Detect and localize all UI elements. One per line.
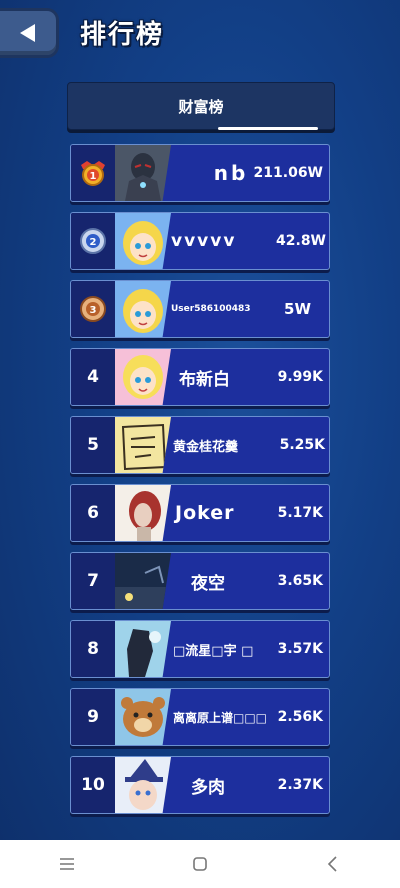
back-icon[interactable] bbox=[313, 844, 353, 884]
rank-cell: 10 bbox=[71, 757, 115, 813]
rank-number: 10 bbox=[81, 775, 105, 795]
dark-figure-avatar bbox=[115, 621, 171, 677]
svg-text:2: 2 bbox=[90, 237, 97, 248]
player-score: 5.17K bbox=[277, 505, 323, 521]
rank-cell: 6 bbox=[71, 485, 115, 541]
player-name: 多肉 bbox=[191, 777, 225, 798]
leaderboard-row[interactable]: 4 布新白 9.99K bbox=[70, 348, 330, 406]
bronze-medal-icon: 3 bbox=[71, 281, 115, 337]
rank-cell: 9 bbox=[71, 689, 115, 745]
rank-number: 4 bbox=[87, 367, 99, 387]
back-button[interactable] bbox=[0, 8, 59, 58]
rank-number: 7 bbox=[87, 571, 99, 591]
gold-medal-icon: 1 bbox=[71, 145, 115, 201]
leaderboard-row[interactable]: 9 离离原上谱□□□ 2.56K bbox=[70, 688, 330, 746]
rank-number: 5 bbox=[87, 435, 99, 455]
leaderboard-row[interactable]: 3 User586100483 5W bbox=[70, 280, 330, 338]
leaderboard-row[interactable]: 7 夜空 3.65K bbox=[70, 552, 330, 610]
player-score: 9.99K bbox=[277, 369, 323, 385]
witch-avatar bbox=[115, 757, 171, 813]
tab-bar: 财富榜 bbox=[67, 82, 335, 130]
blonde-girl-avatar bbox=[115, 213, 171, 269]
rank-cell: 5 bbox=[71, 417, 115, 473]
player-name: Joker bbox=[175, 502, 235, 524]
player-score: 5W bbox=[284, 300, 311, 318]
player-name: vvvvv bbox=[171, 231, 237, 251]
leaderboard-row[interactable]: 10 多肉 2.37K bbox=[70, 756, 330, 814]
system-nav-bar bbox=[0, 840, 400, 888]
player-name: User586100483 bbox=[171, 304, 251, 314]
leaderboard-row[interactable]: 5 黄金桂花羹 5.25K bbox=[70, 416, 330, 474]
cartoon-girl-avatar bbox=[115, 349, 171, 405]
svg-text:1: 1 bbox=[90, 171, 97, 182]
player-name: 夜空 bbox=[191, 573, 225, 594]
rank-number: 9 bbox=[87, 707, 99, 727]
player-score: 3.57K bbox=[277, 641, 323, 657]
player-score: 3.65K bbox=[277, 573, 323, 589]
red-hair-avatar bbox=[115, 485, 171, 541]
rank-number: 8 bbox=[87, 639, 99, 659]
tab-wealth[interactable]: 财富榜 bbox=[68, 83, 334, 129]
sketch-avatar bbox=[115, 417, 171, 473]
rank-number: 6 bbox=[87, 503, 99, 523]
home-icon[interactable] bbox=[180, 844, 220, 884]
bear-avatar bbox=[115, 689, 171, 745]
leaderboard-row[interactable]: 8 □流星□宇 □ 3.57K bbox=[70, 620, 330, 678]
player-name: 黄金桂花羹 bbox=[173, 439, 239, 455]
player-name: □流星□宇 □ bbox=[173, 643, 254, 659]
blonde-girl-avatar bbox=[115, 281, 171, 337]
player-score: 2.37K bbox=[277, 777, 323, 793]
svg-text:3: 3 bbox=[90, 305, 97, 316]
rank-cell: 4 bbox=[71, 349, 115, 405]
player-name: 布新白 bbox=[179, 369, 230, 390]
leaderboard-row[interactable]: 1 nb 211.06W bbox=[70, 144, 330, 202]
armored-hero-avatar bbox=[115, 145, 171, 201]
page-title: 排行榜 bbox=[80, 20, 165, 50]
player-score: 42.8W bbox=[276, 233, 326, 249]
rank-cell: 7 bbox=[71, 553, 115, 609]
player-name: 离离原上谱□□□ bbox=[173, 710, 268, 725]
silver-medal-icon: 2 bbox=[71, 213, 115, 269]
back-arrow-icon bbox=[20, 24, 35, 42]
player-score: 2.56K bbox=[277, 709, 323, 725]
player-score: 211.06W bbox=[253, 165, 323, 181]
rank-cell: 8 bbox=[71, 621, 115, 677]
leaderboard-row[interactable]: 6 Joker 5.17K bbox=[70, 484, 330, 542]
night-scene-avatar bbox=[115, 553, 171, 609]
leaderboard-row[interactable]: 2 vvvvv 42.8W bbox=[70, 212, 330, 270]
menu-icon[interactable] bbox=[47, 844, 87, 884]
tab-indicator bbox=[218, 127, 318, 130]
player-score: 5.25K bbox=[279, 437, 325, 453]
